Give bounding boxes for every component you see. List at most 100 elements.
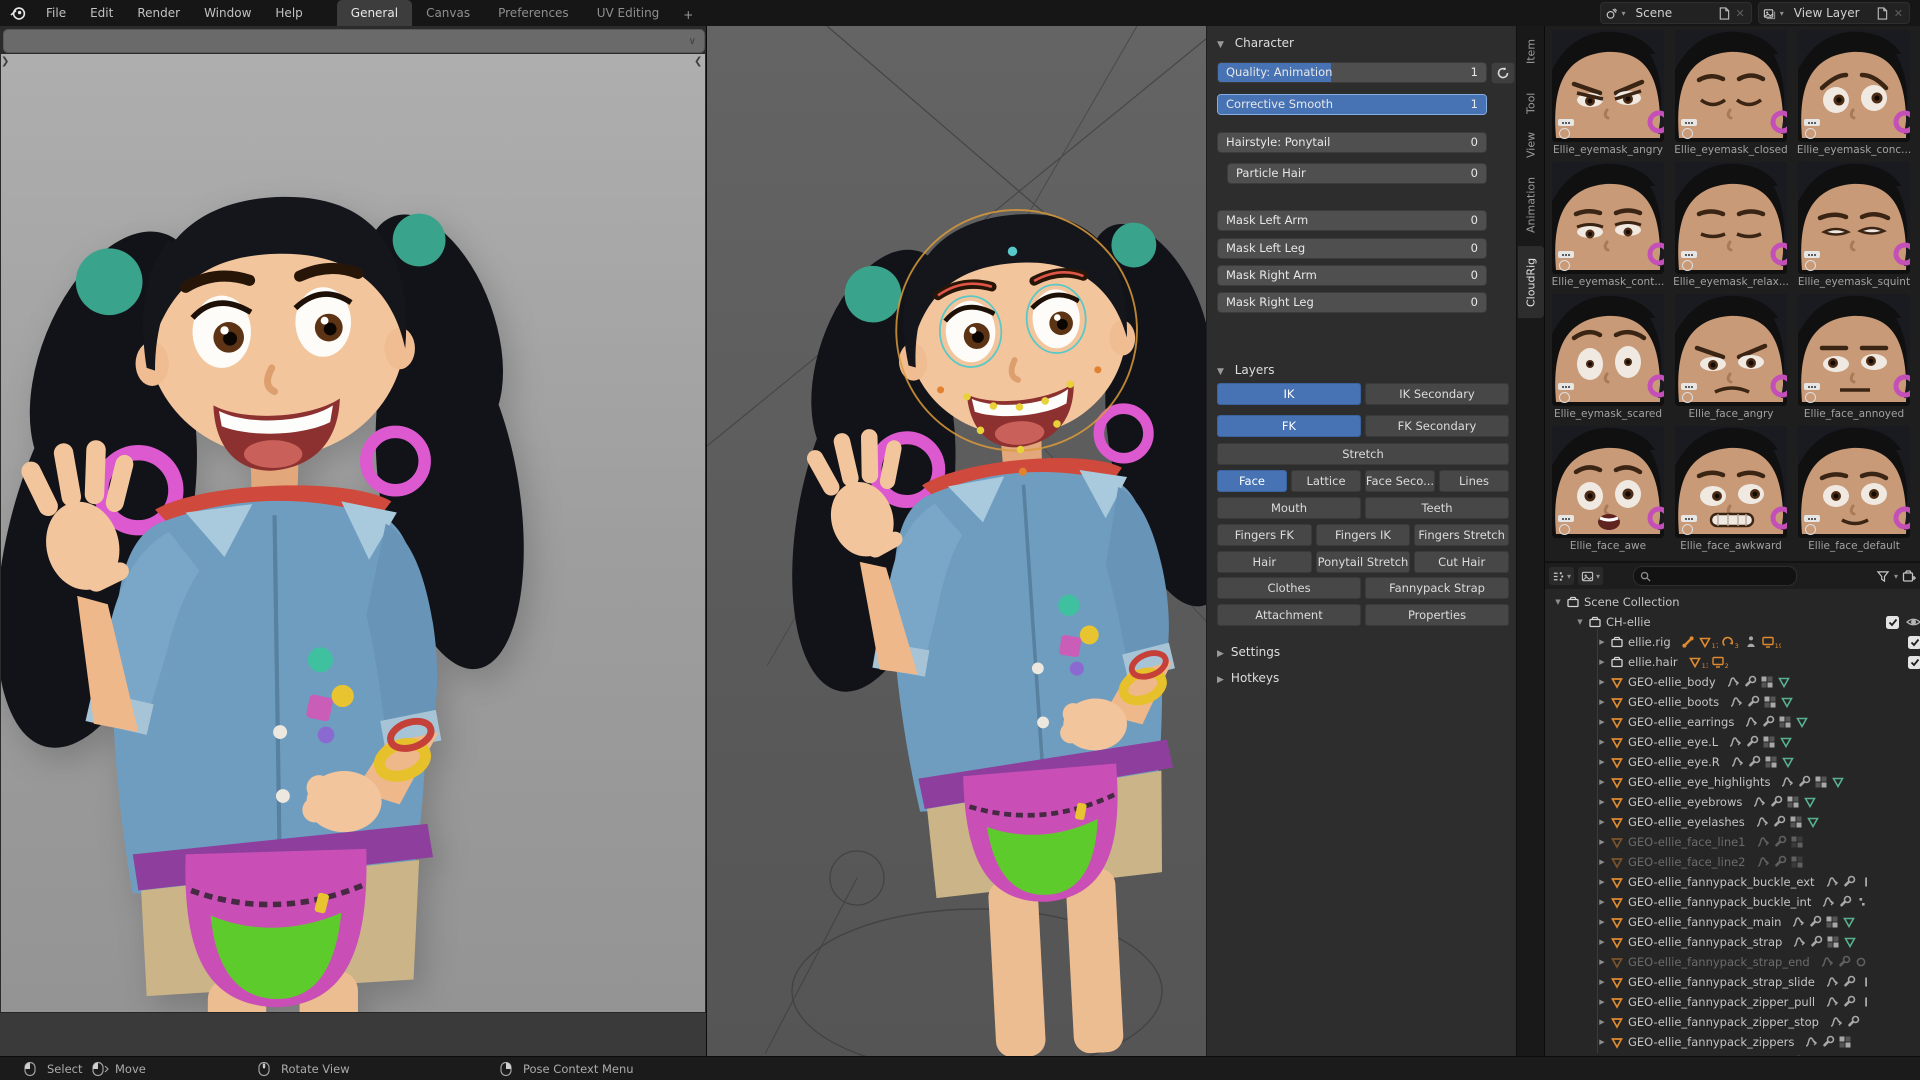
expand-icon[interactable]: ▶: [1597, 818, 1607, 826]
expand-icon[interactable]: ▶: [1597, 978, 1607, 986]
outliner-item-label[interactable]: ellie.hair: [1628, 655, 1678, 669]
layer-button-ik[interactable]: IK: [1217, 383, 1361, 405]
pose-asset-thumbnail[interactable]: [1552, 294, 1664, 406]
outliner-item-label[interactable]: GEO-ellie_fannypack_strap: [1628, 935, 1782, 949]
view-layer-selector[interactable]: ▾ View Layer ✕: [1758, 2, 1910, 24]
character-panel-header[interactable]: ▼ Character: [1217, 36, 1294, 50]
selectable-checkbox[interactable]: [1908, 636, 1920, 649]
workspace-tab-canvas[interactable]: Canvas: [412, 0, 484, 26]
outliner-row-geo-ellie-eye-l[interactable]: ▶ GEO-ellie_eye.L: [1545, 732, 1920, 752]
menu-render[interactable]: Render: [125, 0, 192, 26]
layer-button-stretch[interactable]: Stretch: [1217, 443, 1509, 465]
outliner-row-geo-ellie-fannypack-zipper-stop[interactable]: ▶GEO-ellie_fannypack_zipper_stop: [1545, 1012, 1920, 1032]
outliner-item-label[interactable]: CH-ellie: [1606, 615, 1651, 629]
layer-button-ponytail-stretch[interactable]: Ponytail Stretch: [1316, 551, 1411, 573]
outliner-row-geo-ellie-fannypack-zippers[interactable]: ▶ GEO-ellie_fannypack_zippers: [1545, 1032, 1920, 1052]
pose-asset-thumbnail[interactable]: [1675, 426, 1787, 538]
outliner-row-geo-ellie-earrings[interactable]: ▶ GEO-ellie_earrings: [1545, 712, 1920, 732]
menu-help[interactable]: Help: [263, 0, 314, 26]
selectable-checkbox[interactable]: [1886, 616, 1899, 629]
layer-button-teeth[interactable]: Teeth: [1365, 497, 1509, 519]
outliner-item-label[interactable]: GEO-ellie_eyelashes: [1628, 815, 1745, 829]
outliner-row-ellie-hair[interactable]: ▶ellie.hair132: [1545, 652, 1920, 672]
slider-mask-left-arm[interactable]: Mask Left Arm0: [1217, 210, 1487, 231]
outliner-item-label[interactable]: GEO-ellie_fannypack_main: [1628, 915, 1781, 929]
expand-icon[interactable]: ▶: [1597, 1018, 1607, 1026]
n-panel-tab-tool[interactable]: Tool: [1518, 82, 1544, 124]
slider-mask-right-arm[interactable]: Mask Right Arm0: [1217, 265, 1487, 286]
menu-window[interactable]: Window: [192, 0, 263, 26]
filter-icon[interactable]: [1876, 570, 1890, 583]
new-view-layer-icon[interactable]: [1876, 7, 1888, 20]
layer-button-fingers-ik[interactable]: Fingers IK: [1316, 524, 1411, 546]
outliner-item-label[interactable]: GEO-ellie_earrings: [1628, 715, 1734, 729]
blender-logo-icon[interactable]: [0, 5, 34, 21]
outliner-item-label[interactable]: Scene Collection: [1584, 595, 1680, 609]
outliner-item-label[interactable]: ellie.rig: [1628, 635, 1671, 649]
pose-asset-thumbnail[interactable]: [1552, 426, 1664, 538]
outliner-row-geo-ellie-fannypack-buckle-ext[interactable]: ▶ GEO-ellie_fannypack_buckle_ext: [1545, 872, 1920, 892]
outliner-row-geo-ellie-fannypack-strap-end[interactable]: ▶GEO-ellie_fannypack_strap_end: [1545, 952, 1920, 972]
outliner-item-label[interactable]: GEO-ellie_face_line2: [1628, 855, 1746, 869]
expand-icon[interactable]: ▶: [1597, 918, 1607, 926]
pose-asset-thumbnail[interactable]: [1798, 294, 1910, 406]
layer-button-clothes[interactable]: Clothes: [1217, 577, 1361, 599]
scene-selector[interactable]: ▾ Scene ✕: [1600, 2, 1752, 24]
pose-asset-thumbnail[interactable]: [1675, 162, 1787, 274]
pose-asset-thumbnail[interactable]: [1798, 162, 1910, 274]
layer-button-fk-secondary[interactable]: FK Secondary: [1365, 415, 1509, 437]
n-panel-tab-view[interactable]: View: [1518, 124, 1544, 166]
layer-button-face-seco-[interactable]: Face Seco...: [1365, 470, 1435, 492]
expand-icon[interactable]: ▶: [1597, 718, 1607, 726]
slider-particle-hair[interactable]: Particle Hair0: [1227, 163, 1487, 184]
slider-quality-animation[interactable]: Quality: Animation1: [1217, 62, 1487, 83]
region-arrow-left-icon[interactable]: ❯: [1, 56, 9, 67]
expand-icon[interactable]: ▶: [1597, 938, 1607, 946]
expand-icon[interactable]: ▶: [1597, 878, 1607, 886]
expand-icon[interactable]: ▶: [1597, 958, 1607, 966]
layer-button-face[interactable]: Face: [1217, 470, 1287, 492]
expand-icon[interactable]: ▶: [1597, 898, 1607, 906]
outliner-row-geo-ellie-fannypack-zipper-pull[interactable]: ▶ GEO-ellie_fannypack_zipper_pull: [1545, 992, 1920, 1012]
outliner-item-label[interactable]: GEO-ellie_fannypack_zipper_pull: [1628, 995, 1815, 1009]
outliner-row-geo-ellie-boots[interactable]: ▶ GEO-ellie_boots: [1545, 692, 1920, 712]
outliner-item-label[interactable]: GEO-ellie_fannypack_buckle_ext: [1628, 875, 1815, 889]
layer-button-properties[interactable]: Properties: [1365, 604, 1509, 626]
outliner-row-geo-ellie-body[interactable]: ▶GEO-ellie_body: [1545, 672, 1920, 692]
outliner-item-label[interactable]: GEO-ellie_body: [1628, 675, 1716, 689]
outliner-item-label[interactable]: GEO-ellie_fannypack_zippers: [1628, 1035, 1794, 1049]
selectable-checkbox[interactable]: [1908, 656, 1920, 669]
slider-hairstyle-ponytail[interactable]: Hairstyle: Ponytail0: [1217, 132, 1487, 153]
new-scene-icon[interactable]: [1718, 7, 1730, 20]
expand-icon[interactable]: ▶: [1597, 738, 1607, 746]
collapse-icon[interactable]: ▼: [1553, 598, 1563, 606]
expand-icon[interactable]: ▶: [1597, 798, 1607, 806]
editor-type-button[interactable]: ▾: [1549, 567, 1574, 585]
outliner-row-geo-ellie-eye-highlights[interactable]: ▶GEO-ellie_eye_highlights: [1545, 772, 1920, 792]
outliner-search[interactable]: [1633, 566, 1797, 586]
image-editor-header[interactable]: ∨: [3, 29, 705, 53]
outliner-item-label[interactable]: GEO-ellie_boots: [1628, 695, 1719, 709]
scene-name[interactable]: Scene: [1630, 6, 1714, 20]
expand-icon[interactable]: ▶: [1597, 698, 1607, 706]
layer-button-attachment[interactable]: Attachment: [1217, 604, 1361, 626]
collapse-icon[interactable]: ▼: [1575, 618, 1585, 626]
layer-button-fannypack-strap[interactable]: Fannypack Strap: [1365, 577, 1509, 599]
outliner-row-geo-ellie-fannypack-strap-slide[interactable]: ▶GEO-ellie_fannypack_strap_slide: [1545, 972, 1920, 992]
outliner-item-label[interactable]: GEO-ellie_eye.L: [1628, 735, 1718, 749]
pose-asset-thumbnail[interactable]: [1798, 426, 1910, 538]
expand-icon[interactable]: ▶: [1597, 658, 1607, 666]
n-panel-tab-cloudrig[interactable]: CloudRig: [1518, 246, 1544, 318]
new-collection-icon[interactable]: [1902, 569, 1917, 583]
outliner-row-geo-ellie-eyebrows[interactable]: ▶GEO-ellie_eyebrows: [1545, 792, 1920, 812]
collapse-header-icon[interactable]: ∨: [689, 36, 696, 47]
unlink-scene-icon[interactable]: ✕: [1734, 7, 1747, 20]
outliner-item-label[interactable]: GEO-ellie_eye_highlights: [1628, 775, 1770, 789]
expand-icon[interactable]: ▶: [1597, 1038, 1607, 1046]
slider-mask-left-leg[interactable]: Mask Left Leg0: [1217, 238, 1487, 259]
viewport-3d[interactable]: ▼ Character Quality: Animation1Correctiv…: [707, 26, 1544, 1056]
layer-button-fk[interactable]: FK: [1217, 415, 1361, 437]
expand-icon[interactable]: ▶: [1597, 998, 1607, 1006]
display-mode-button[interactable]: ▾: [1578, 567, 1603, 585]
add-workspace-button[interactable]: +: [673, 4, 703, 26]
